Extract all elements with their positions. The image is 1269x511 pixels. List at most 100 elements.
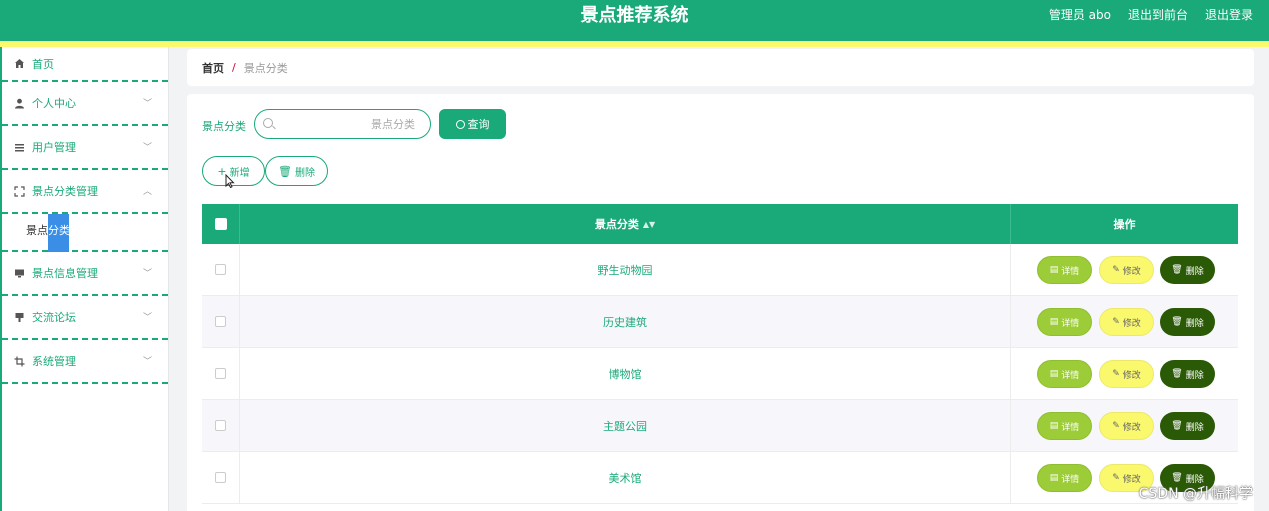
- subitem-label-prefix: 景点: [26, 224, 48, 237]
- document-icon: ▤: [1049, 265, 1059, 275]
- bulk-delete-button[interactable]: 🗑 删除: [265, 156, 328, 186]
- breadcrumb-separator: /: [232, 61, 236, 74]
- sidebar-item-label: 交流论坛: [32, 311, 76, 324]
- row-checkbox[interactable]: [215, 420, 226, 431]
- detail-button[interactable]: ▤ 详情: [1037, 360, 1092, 388]
- category-name: 主题公园: [603, 420, 647, 433]
- detail-button[interactable]: ▤ 详情: [1037, 412, 1092, 440]
- select-all-checkbox[interactable]: [215, 218, 227, 230]
- detail-button-label: 详情: [1061, 318, 1080, 329]
- edit-button[interactable]: ✎ 修改: [1099, 360, 1154, 388]
- search-label: 景点分类: [202, 120, 246, 133]
- table-row: 历史建筑 ▤ 详情 ✎ 修改 🗑 删除: [202, 296, 1238, 348]
- trash-icon: 🗑: [1171, 473, 1183, 483]
- list-icon: [13, 141, 25, 153]
- category-cell: 美术馆: [240, 452, 1011, 504]
- exit-to-front-link[interactable]: 退出到前台: [1128, 7, 1188, 23]
- row-select-cell: [202, 348, 240, 400]
- sidebar-item-category-mgmt[interactable]: 景点分类管理 ︿: [2, 170, 168, 214]
- current-user-label: 管理员 abo: [1048, 8, 1111, 22]
- row-checkbox[interactable]: [215, 368, 226, 379]
- document-icon: ▤: [1049, 473, 1059, 483]
- category-cell: 主题公园: [240, 400, 1011, 452]
- chevron-down-icon: ﹀: [142, 269, 152, 279]
- detail-button[interactable]: ▤ 详情: [1037, 464, 1092, 492]
- delete-button[interactable]: 🗑 删除: [1160, 256, 1215, 284]
- bulk-delete-label: 删除: [294, 167, 315, 179]
- mouse-cursor-icon: [225, 173, 235, 191]
- actions-cell: ▤ 详情 ✎ 修改 🗑 删除: [1011, 244, 1238, 296]
- edit-button[interactable]: ✎ 修改: [1099, 256, 1154, 284]
- category-cell: 野生动物园: [240, 244, 1011, 296]
- chevron-down-icon: ﹀: [142, 357, 152, 367]
- row-select-cell: [202, 400, 240, 452]
- sidebar-item-label: 首页: [32, 57, 54, 71]
- crop-icon: [13, 355, 25, 367]
- edit-button[interactable]: ✎ 修改: [1099, 412, 1154, 440]
- trash-icon: 🗑: [1171, 265, 1183, 275]
- forum-icon: [13, 311, 25, 323]
- row-checkbox[interactable]: [215, 264, 226, 275]
- header-accent-bar: [0, 41, 1269, 47]
- document-icon: ▤: [1049, 369, 1059, 379]
- sort-icon[interactable]: ▲▼: [643, 220, 655, 229]
- detail-button-label: 详情: [1061, 422, 1080, 433]
- search-input[interactable]: [275, 110, 415, 138]
- sidebar-item-users[interactable]: 用户管理 ﹀: [2, 126, 168, 170]
- document-icon: ▤: [1049, 317, 1059, 327]
- column-header-actions: 操作: [1011, 204, 1238, 244]
- trash-icon: 🗑: [1171, 421, 1183, 431]
- edit-icon: ✎: [1112, 317, 1120, 327]
- watermark: CSDN @升幅科学: [1138, 486, 1253, 502]
- sidebar-item-label: 系统管理: [32, 355, 76, 368]
- subitem-label-highlight: 分类: [48, 224, 70, 237]
- home-icon: [13, 58, 25, 70]
- delete-button-label: 删除: [1185, 266, 1204, 277]
- delete-button[interactable]: 🗑 删除: [1160, 308, 1215, 336]
- detail-button-label: 详情: [1061, 474, 1080, 485]
- category-name: 美术馆: [608, 472, 642, 485]
- sidebar-item-home[interactable]: 首页: [2, 47, 168, 82]
- chevron-down-icon: ﹀: [142, 143, 152, 153]
- edit-button-label: 修改: [1122, 370, 1141, 381]
- delete-button[interactable]: 🗑 删除: [1160, 360, 1215, 388]
- trash-icon: 🗑: [1171, 369, 1183, 379]
- sidebar-item-spot-info[interactable]: 景点信息管理 ﹀: [2, 252, 168, 296]
- chevron-up-icon: ︿: [142, 187, 152, 197]
- table-row: 野生动物园 ▤ 详情 ✎ 修改 🗑 删除: [202, 244, 1238, 296]
- top-header: 景点推荐系统 管理员 abo 退出到前台 退出登录: [0, 0, 1269, 41]
- sidebar-item-forum[interactable]: 交流论坛 ﹀: [2, 296, 168, 340]
- category-table: 景点分类 ▲▼ 操作 野生动物园 ▤ 详情 ✎ 修改 🗑 删除 历史建筑 ▤ 详情 ✎ 修改 🗑 删除 博物…: [202, 204, 1238, 504]
- edit-icon: ✎: [1112, 473, 1120, 483]
- edit-button[interactable]: ✎ 修改: [1099, 308, 1154, 336]
- fullscreen-icon: [13, 185, 25, 197]
- query-button[interactable]: 查询: [439, 109, 506, 139]
- row-checkbox[interactable]: [215, 316, 226, 327]
- category-name: 博物馆: [608, 368, 642, 381]
- sidebar-subitem-category[interactable]: 景点分类: [26, 222, 70, 238]
- row-checkbox[interactable]: [215, 472, 226, 483]
- actions-cell: ▤ 详情 ✎ 修改 🗑 删除: [1011, 348, 1238, 400]
- logout-link[interactable]: 退出登录: [1205, 7, 1253, 23]
- search-field[interactable]: [254, 109, 431, 139]
- sidebar-item-label: 个人中心: [32, 97, 76, 110]
- detail-button[interactable]: ▤ 详情: [1037, 256, 1092, 284]
- breadcrumb-home[interactable]: 首页: [202, 60, 224, 76]
- header-select-cell: [202, 204, 240, 244]
- edit-button-label: 修改: [1122, 266, 1141, 277]
- breadcrumb-current: 景点分类: [243, 61, 288, 75]
- detail-button-label: 详情: [1061, 370, 1080, 381]
- table-row: 主题公园 ▤ 详情 ✎ 修改 🗑 删除: [202, 400, 1238, 452]
- delete-button-label: 删除: [1185, 318, 1204, 329]
- breadcrumb: 首页 / 景点分类: [187, 49, 1254, 86]
- sidebar-item-system[interactable]: 系统管理 ﹀: [2, 340, 168, 384]
- column-header-label: 景点分类: [594, 218, 639, 231]
- table-row: 美术馆 ▤ 详情 ✎ 修改 🗑 删除: [202, 452, 1238, 504]
- edit-icon: ✎: [1112, 421, 1120, 431]
- detail-button[interactable]: ▤ 详情: [1037, 308, 1092, 336]
- query-button-label: 查询: [467, 118, 490, 131]
- delete-button[interactable]: 🗑 删除: [1160, 412, 1215, 440]
- column-header-category[interactable]: 景点分类 ▲▼: [240, 204, 1011, 244]
- header-links: 管理员 abo 退出到前台 退出登录: [1049, 7, 1253, 23]
- sidebar-item-profile[interactable]: 个人中心 ﹀: [2, 82, 168, 126]
